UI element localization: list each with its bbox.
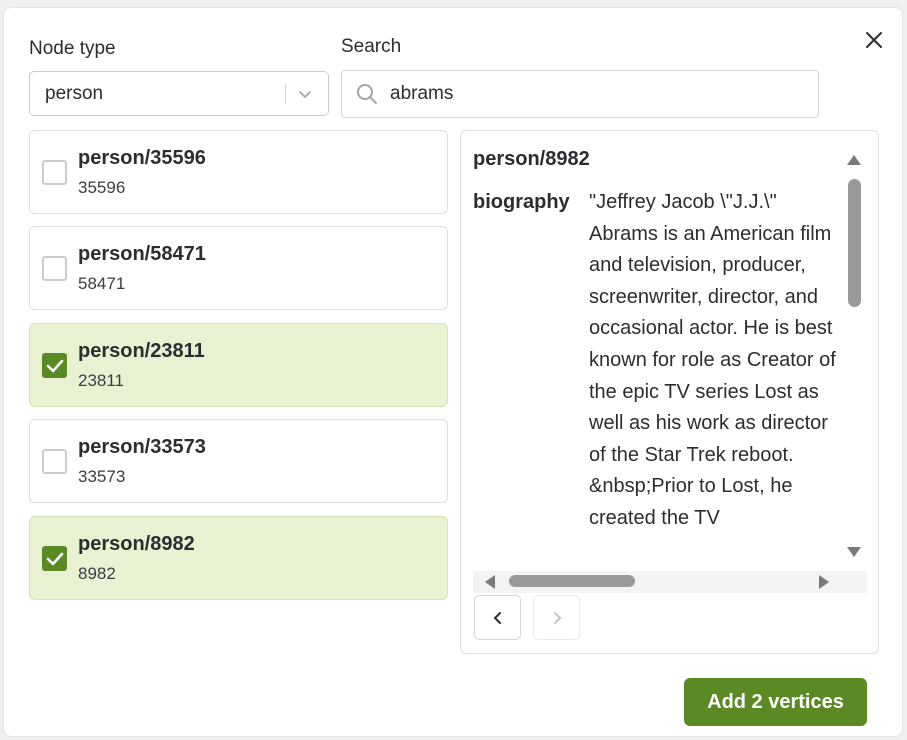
detail-panel: person/8982 biography "Jeffrey Jacob \"J… bbox=[460, 130, 879, 654]
result-title: person/35596 bbox=[78, 147, 206, 169]
close-button[interactable] bbox=[864, 30, 884, 50]
close-icon bbox=[866, 32, 882, 48]
node-type-select[interactable]: person bbox=[29, 71, 329, 116]
horizontal-scroll-thumb[interactable] bbox=[509, 575, 635, 587]
result-title: person/58471 bbox=[78, 243, 206, 265]
checkbox[interactable] bbox=[42, 449, 67, 474]
node-type-label: Node type bbox=[29, 38, 116, 59]
check-icon bbox=[46, 552, 64, 566]
checkbox[interactable] bbox=[42, 160, 67, 185]
result-item[interactable]: person/35596 35596 bbox=[29, 130, 448, 214]
next-page-button[interactable] bbox=[533, 595, 580, 640]
vertical-scroll-thumb[interactable] bbox=[848, 179, 861, 307]
result-title: person/23811 bbox=[78, 340, 205, 362]
result-item[interactable]: person/23811 23811 bbox=[29, 323, 448, 407]
result-title: person/8982 bbox=[78, 533, 195, 555]
horizontal-scrollbar[interactable] bbox=[473, 571, 867, 593]
scroll-up-arrow[interactable] bbox=[847, 155, 861, 165]
result-item[interactable]: person/33573 33573 bbox=[29, 419, 448, 503]
result-id: 35596 bbox=[78, 178, 126, 197]
add-vertices-button[interactable]: Add 2 vertices bbox=[684, 678, 867, 726]
checkbox-checked[interactable] bbox=[42, 546, 67, 571]
result-id: 33573 bbox=[78, 467, 126, 486]
select-separator bbox=[285, 84, 286, 104]
checkbox-checked[interactable] bbox=[42, 353, 67, 378]
search-input[interactable] bbox=[390, 81, 800, 107]
search-icon bbox=[357, 84, 377, 104]
property-key: biography bbox=[473, 191, 570, 213]
scroll-down-arrow[interactable] bbox=[847, 547, 861, 557]
add-vertices-dialog: Node type person Search person/35596 355… bbox=[3, 7, 903, 737]
check-icon bbox=[46, 359, 64, 373]
result-item[interactable]: person/8982 8982 bbox=[29, 516, 448, 600]
chevron-down-icon bbox=[299, 91, 311, 99]
vertical-scrollbar[interactable] bbox=[843, 149, 865, 559]
property-value: "Jeffrey Jacob \"J.J.\" Abrams is an Ame… bbox=[589, 191, 836, 529]
chevron-left-icon bbox=[493, 611, 501, 624]
scroll-left-arrow[interactable] bbox=[485, 575, 495, 589]
result-item[interactable]: person/58471 58471 bbox=[29, 226, 448, 310]
result-id: 23811 bbox=[78, 371, 125, 390]
result-title: person/33573 bbox=[78, 436, 206, 458]
prev-page-button[interactable] bbox=[474, 595, 521, 640]
result-id: 58471 bbox=[78, 274, 126, 293]
result-id: 8982 bbox=[78, 564, 116, 583]
detail-title: person/8982 bbox=[473, 148, 590, 170]
chevron-right-icon bbox=[553, 611, 561, 624]
checkbox[interactable] bbox=[42, 256, 67, 281]
search-box[interactable] bbox=[341, 70, 819, 118]
node-type-value: person bbox=[45, 83, 104, 104]
search-label: Search bbox=[341, 36, 402, 57]
scroll-right-arrow[interactable] bbox=[819, 575, 829, 589]
